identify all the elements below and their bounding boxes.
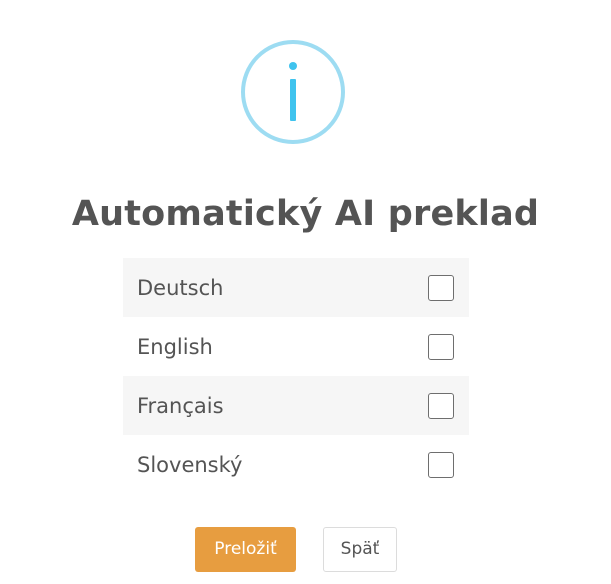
language-label: English: [137, 334, 213, 359]
language-checkbox-english[interactable]: [428, 333, 454, 360]
dialog-actions: Preložiť Späť: [0, 527, 611, 572]
language-label: Slovenský: [137, 452, 243, 477]
language-label: Français: [137, 393, 224, 418]
language-row-english[interactable]: English: [123, 317, 469, 376]
back-button[interactable]: Späť: [323, 527, 397, 572]
language-row-deutsch[interactable]: Deutsch: [123, 258, 469, 317]
translate-button[interactable]: Preložiť: [195, 527, 296, 572]
info-dot: [289, 62, 297, 70]
language-label: Deutsch: [137, 275, 224, 300]
dialog-title: Automatický AI preklad: [71, 194, 540, 234]
language-checkbox-deutsch[interactable]: [428, 274, 454, 301]
language-list: Deutsch English Français Slovenský: [123, 258, 469, 494]
info-stem: [290, 79, 296, 121]
language-checkbox-francais[interactable]: [428, 392, 454, 419]
info-icon: [241, 40, 345, 144]
language-row-francais[interactable]: Français: [123, 376, 469, 435]
translate-dialog: Automatický AI preklad Deutsch English F…: [0, 0, 611, 584]
info-glyph: [289, 62, 297, 122]
language-checkbox-slovensky[interactable]: [428, 451, 454, 478]
language-row-slovensky[interactable]: Slovenský: [123, 435, 469, 494]
